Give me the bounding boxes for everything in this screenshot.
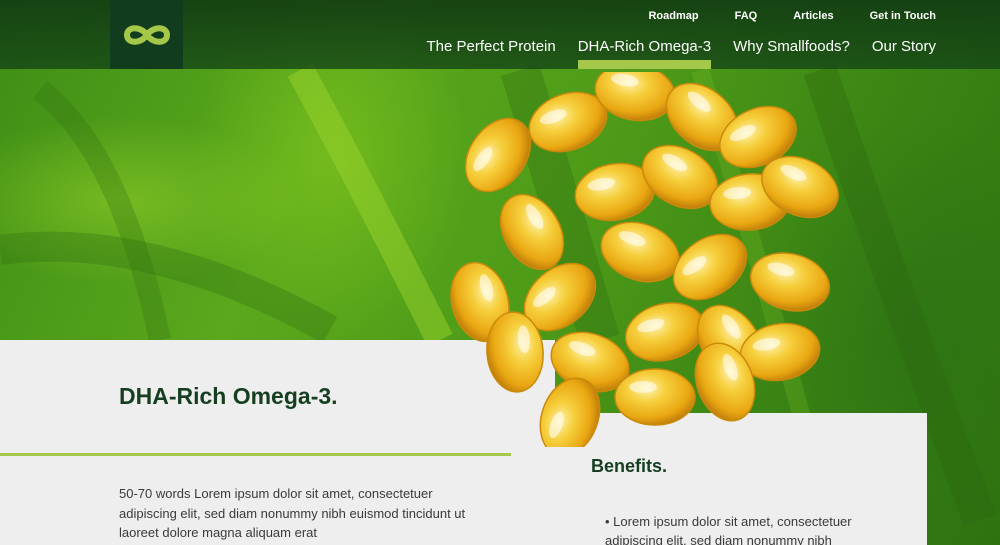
nav-link-articles[interactable]: Articles (757, 10, 833, 22)
nav-item-our-story[interactable]: Our Story (872, 38, 936, 69)
page-title: DHA-Rich Omega-3. (119, 383, 338, 409)
benefits-title: Benefits. (591, 456, 668, 476)
bullet-icon: • (605, 514, 614, 529)
nav-link-roadmap[interactable]: Roadmap (612, 10, 698, 22)
utility-nav: Roadmap FAQ Articles Get in Touch (612, 10, 936, 22)
title-divider (0, 453, 511, 456)
nav-item-dha-omega-3[interactable]: DHA-Rich Omega-3 (577, 38, 712, 69)
logo[interactable] (110, 0, 183, 69)
infinity-logo-icon (123, 24, 170, 45)
nav-item-perfect-protein[interactable]: The Perfect Protein (426, 38, 555, 69)
capsule-highlight (629, 381, 657, 393)
omega-3-capsules-image (450, 72, 839, 447)
benefit-text: Lorem ipsum dolor sit amet, consectetuer… (605, 514, 852, 545)
main-nav: The Perfect Protein DHA-Rich Omega-3 Why… (404, 38, 936, 69)
capsule-shape (614, 368, 696, 426)
nav-item-why-smallfoods[interactable]: Why Smallfoods? (733, 38, 850, 69)
nav-link-faq[interactable]: FAQ (699, 10, 758, 22)
intro-body-text: 50-70 words Lorem ipsum dolor sit amet, … (119, 486, 466, 540)
capsule-shape (749, 252, 831, 312)
nav-link-get-in-touch[interactable]: Get in Touch (834, 10, 936, 22)
benefit-list-item: • Lorem ipsum dolor sit amet, consectetu… (605, 512, 895, 545)
capsule-shape (672, 233, 748, 301)
